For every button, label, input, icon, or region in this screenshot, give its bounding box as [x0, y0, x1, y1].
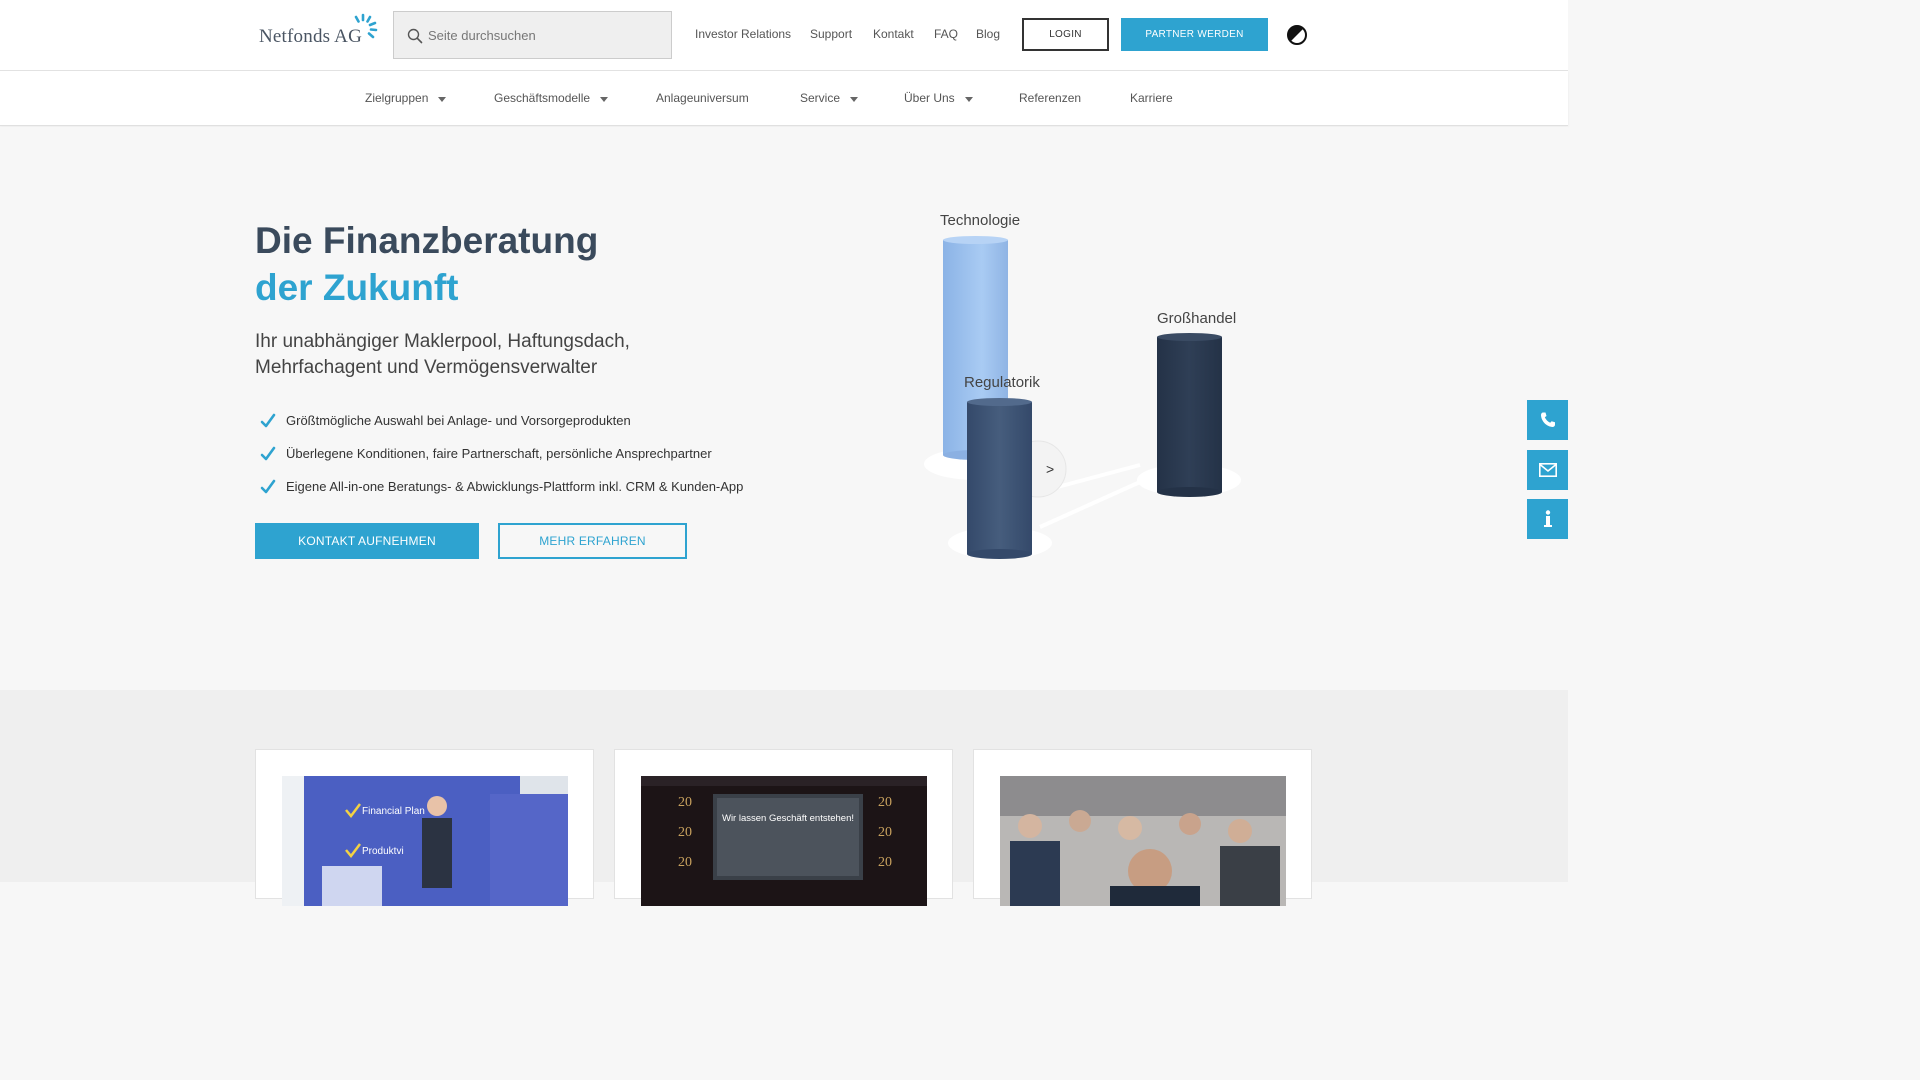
- info-button[interactable]: [1527, 499, 1568, 539]
- pillar-label-technologie: Technologie: [940, 212, 1021, 229]
- checkmark-icon: [260, 413, 276, 428]
- screen-headline: Wir lassen Geschäft entstehen!: [722, 813, 854, 824]
- pillar-regulatorik: [967, 402, 1032, 554]
- photo-caption: Produktvi: [362, 846, 404, 857]
- svg-text:20: 20: [878, 825, 892, 840]
- nav-label: Anlageuniversum: [656, 91, 749, 105]
- hero-title-line2: der Zukunft: [255, 267, 459, 308]
- pillars-graphic: >: [924, 236, 1241, 559]
- checkmark-icon: [260, 446, 276, 461]
- mail-icon: [1538, 463, 1557, 477]
- search-input[interactable]: [428, 24, 658, 46]
- news-card[interactable]: Financial Plan Produktvi: [255, 749, 594, 906]
- checkmark-icon: [260, 479, 276, 494]
- partner-werden-button[interactable]: PARTNER WERDEN: [1121, 18, 1268, 51]
- news-card[interactable]: [973, 749, 1312, 906]
- nav-geschaeftsmodelle[interactable]: Geschäftsmodelle: [494, 91, 609, 105]
- top-header: Netfonds AG Investor Relations Support K…: [0, 0, 1568, 71]
- svg-text:20: 20: [878, 855, 892, 870]
- pillar-top: [1157, 333, 1222, 341]
- nav-anlageuniversum[interactable]: Anlageuniversum: [656, 91, 749, 105]
- nav-label: Zielgruppen: [365, 91, 429, 105]
- caret-down-icon: [600, 96, 609, 102]
- svg-text:20: 20: [678, 855, 692, 870]
- info-icon: [1543, 510, 1552, 527]
- stage-photo: Wir lassen Geschäft entstehen! 20 20 20 20…: [641, 776, 927, 906]
- hero-title-line1: Die Finanzberatung: [255, 220, 599, 261]
- card-image: Wir lassen Geschäft entstehen! 20 20 20 20…: [641, 776, 927, 906]
- search-box[interactable]: [393, 11, 672, 59]
- nav-label: Geschäftsmodelle: [494, 91, 591, 105]
- main-navigation: Zielgruppen Geschäftsmodelle Anlageunive…: [0, 71, 1568, 126]
- nav-label: Service: [800, 91, 841, 105]
- nav-service[interactable]: Service: [800, 91, 859, 105]
- pillar-label-regulatorik: Regulatorik: [964, 374, 1040, 391]
- svg-text:20: 20: [678, 795, 692, 810]
- audience-photo: [1000, 776, 1286, 906]
- kontakt-aufnehmen-button[interactable]: KONTAKT AUFNEHMEN: [255, 523, 479, 559]
- hero-subtitle-line2: Mehrfachagent und Vermögensverwalter: [255, 357, 598, 378]
- card-image: Financial Plan Produktvi: [282, 776, 568, 906]
- news-section: Financial Plan Produktvi Wir lassen Gesc…: [0, 690, 1568, 906]
- nav-ueber-uns[interactable]: Über Uns: [904, 91, 973, 105]
- pillar-bottom: [967, 549, 1032, 559]
- card-image: [1000, 776, 1286, 906]
- link-support[interactable]: Support: [810, 27, 852, 41]
- nav-referenzen[interactable]: Referenzen: [1019, 91, 1081, 105]
- nav-label: Über Uns: [904, 91, 955, 105]
- phone-button[interactable]: [1527, 400, 1568, 440]
- phone-icon: [1540, 412, 1555, 427]
- svg-text:20: 20: [878, 795, 892, 810]
- nav-karriere[interactable]: Karriere: [1130, 91, 1173, 105]
- hero-subtitle: Ihr unabhängiger Maklerpool, Haftungsdac…: [255, 329, 715, 381]
- logo-burst-icon: [354, 13, 378, 39]
- contrast-toggle-icon[interactable]: [1286, 24, 1308, 46]
- pillars-illustration: > Technologie Regulatorik Großhandel: [900, 207, 1280, 587]
- caret-down-icon: [964, 96, 973, 102]
- nav-label: Karriere: [1130, 91, 1173, 105]
- link-kontakt[interactable]: Kontakt: [873, 27, 914, 41]
- benefit-text: Größtmögliche Auswahl bei Anlage- und Vo…: [286, 413, 631, 428]
- nav-label: Referenzen: [1019, 91, 1082, 105]
- svg-text:20: 20: [678, 825, 692, 840]
- caret-down-icon: [850, 96, 859, 102]
- benefit-text: Überlegene Konditionen, faire Partnersch…: [286, 446, 712, 461]
- link-faq[interactable]: FAQ: [934, 27, 958, 41]
- pillar-grosshandel: [1157, 337, 1222, 492]
- caret-down-icon: [438, 96, 447, 102]
- netfonds-logo[interactable]: Netfonds AG: [259, 12, 379, 52]
- pillar-top: [967, 398, 1032, 406]
- mail-button[interactable]: [1527, 450, 1568, 490]
- pillar-top: [943, 236, 1008, 244]
- login-button[interactable]: LOGIN: [1022, 18, 1109, 51]
- node-glyph: >: [1046, 461, 1054, 477]
- link-investor-relations[interactable]: Investor Relations: [695, 27, 791, 41]
- photo-caption: Financial Plan: [362, 806, 425, 817]
- news-card[interactable]: Wir lassen Geschäft entstehen! 20 20 20 20…: [614, 749, 953, 906]
- pillar-bottom: [1157, 487, 1222, 497]
- pillar-label-grosshandel: Großhandel: [1157, 310, 1237, 327]
- benefit-text: Eigene All-in-one Beratungs- & Abwicklun…: [286, 479, 744, 494]
- link-blog[interactable]: Blog: [976, 27, 1000, 41]
- mehr-erfahren-button[interactable]: MEHR ERFAHREN: [498, 523, 687, 559]
- hero-subtitle-line1: Ihr unabhängiger Maklerpool, Haftungsdac…: [255, 331, 630, 352]
- event-photo: Financial Plan Produktvi: [282, 776, 568, 906]
- hero-section: Die Finanzberatung der Zukunft Ihr unabh…: [0, 127, 1568, 690]
- search-icon: [407, 28, 423, 44]
- nav-zielgruppen[interactable]: Zielgruppen: [365, 91, 447, 105]
